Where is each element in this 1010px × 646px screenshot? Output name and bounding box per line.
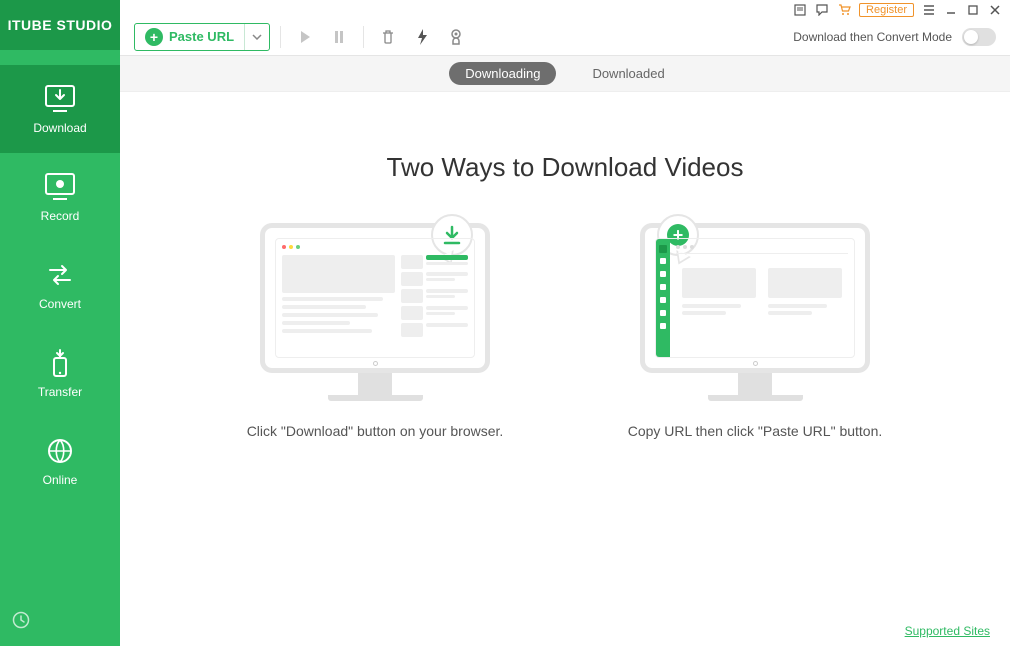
monitor-illustration: + — [640, 223, 870, 401]
play-button[interactable] — [291, 23, 319, 51]
plus-icon: + — [145, 28, 163, 46]
cart-icon[interactable] — [837, 3, 851, 17]
register-button[interactable]: Register — [859, 3, 914, 17]
paste-url-label: Paste URL — [169, 29, 234, 44]
sidebar-item-label: Transfer — [38, 385, 82, 399]
settings-button[interactable] — [442, 23, 470, 51]
sidebar-item-convert[interactable]: Convert — [0, 241, 120, 329]
convert-icon — [42, 259, 78, 291]
record-icon — [42, 171, 78, 203]
tab-downloading[interactable]: Downloading — [449, 62, 556, 85]
way-paste-url: + — [625, 223, 885, 442]
sidebar-item-label: Convert — [39, 297, 81, 311]
sidebar-item-label: Download — [33, 121, 86, 135]
main: Register + Paste URL Download then Conve… — [120, 0, 1010, 646]
pause-button[interactable] — [325, 23, 353, 51]
menu-icon[interactable] — [922, 3, 936, 17]
history-icon[interactable] — [0, 599, 120, 646]
sidebar-item-label: Online — [43, 473, 78, 487]
close-button[interactable] — [988, 3, 1002, 17]
way2-caption: Copy URL then click "Paste URL" button. — [628, 421, 883, 442]
sidebar-item-transfer[interactable]: Transfer — [0, 329, 120, 417]
download-icon — [42, 83, 78, 115]
maximize-button[interactable] — [966, 3, 980, 17]
trash-button[interactable] — [374, 23, 402, 51]
sidebar-item-download[interactable]: Download — [0, 65, 120, 153]
sidebar-item-online[interactable]: Online — [0, 417, 120, 505]
separator — [363, 26, 364, 48]
tabs-bar: Downloading Downloaded — [120, 56, 1010, 92]
tab-downloaded[interactable]: Downloaded — [576, 62, 680, 85]
supported-sites-link[interactable]: Supported Sites — [905, 624, 990, 638]
monitor-illustration — [260, 223, 490, 401]
sidebar: ITUBE STUDIO Download Record Convert Tra… — [0, 0, 120, 646]
sidebar-item-label: Record — [41, 209, 80, 223]
convert-mode-toggle[interactable] — [962, 28, 996, 46]
toolbar: + Paste URL Download then Convert Mode — [120, 18, 1010, 56]
notes-icon[interactable] — [793, 3, 807, 17]
paste-url-dropdown[interactable] — [245, 24, 269, 50]
separator — [280, 26, 281, 48]
titlebar: Register — [120, 0, 1010, 18]
transfer-icon — [42, 347, 78, 379]
sidebar-item-record[interactable]: Record — [0, 153, 120, 241]
convert-mode-label: Download then Convert Mode — [793, 30, 952, 44]
paste-url-button-group: + Paste URL — [134, 23, 270, 51]
online-icon — [42, 435, 78, 467]
page-headline: Two Ways to Download Videos — [387, 152, 744, 183]
minimize-button[interactable] — [944, 3, 958, 17]
feedback-icon[interactable] — [815, 3, 829, 17]
content: Two Ways to Download Videos — [120, 92, 1010, 646]
way-download-extension: Click "Download" button on your browser. — [245, 223, 505, 442]
paste-url-button[interactable]: + Paste URL — [135, 24, 245, 50]
app-logo: ITUBE STUDIO — [0, 0, 120, 50]
ways-container: Click "Download" button on your browser.… — [245, 223, 885, 442]
turbo-button[interactable] — [408, 23, 436, 51]
way1-caption: Click "Download" button on your browser. — [247, 421, 504, 442]
nav: Download Record Convert Transfer Online — [0, 50, 120, 599]
